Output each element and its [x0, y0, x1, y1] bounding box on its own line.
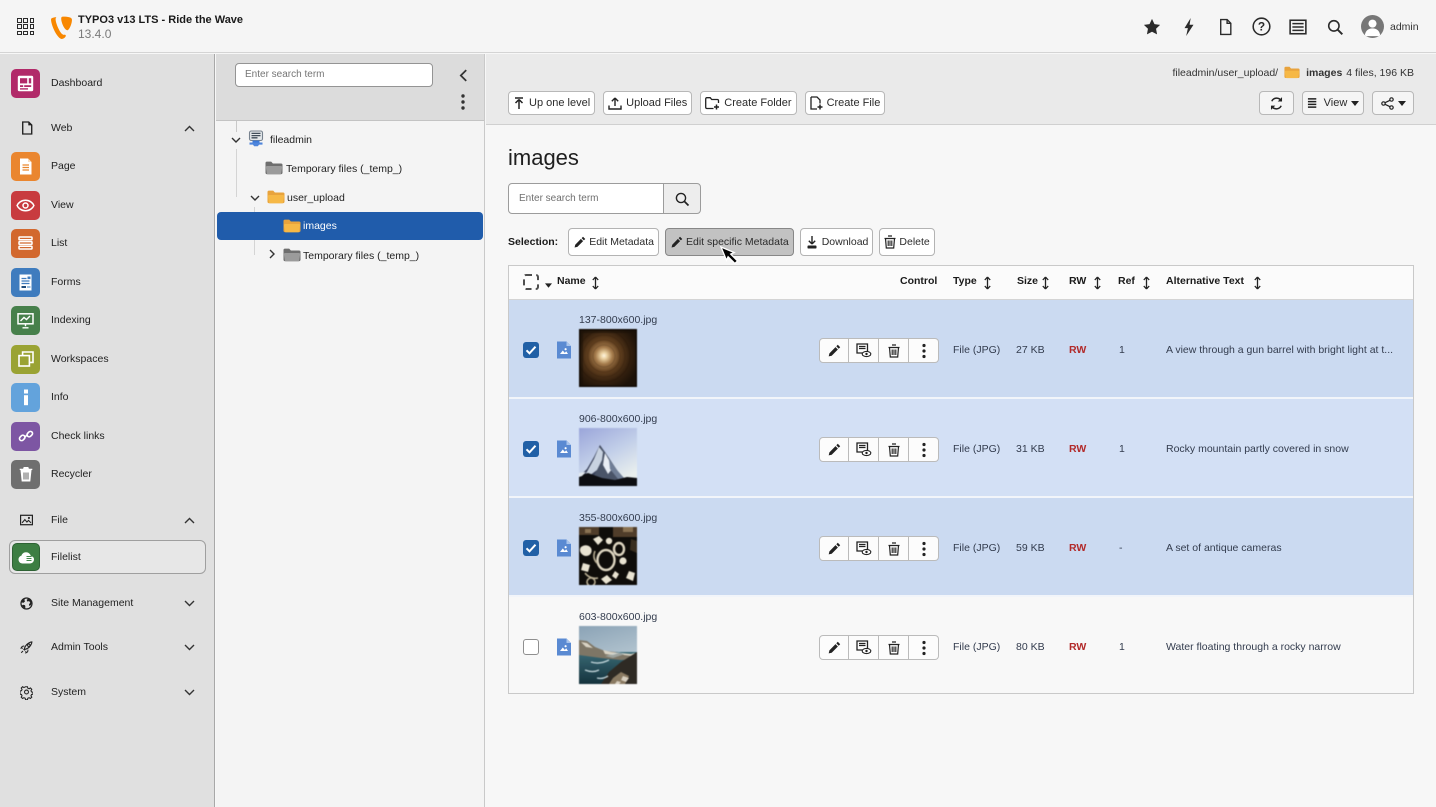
svg-text:?: ?: [1257, 20, 1264, 34]
